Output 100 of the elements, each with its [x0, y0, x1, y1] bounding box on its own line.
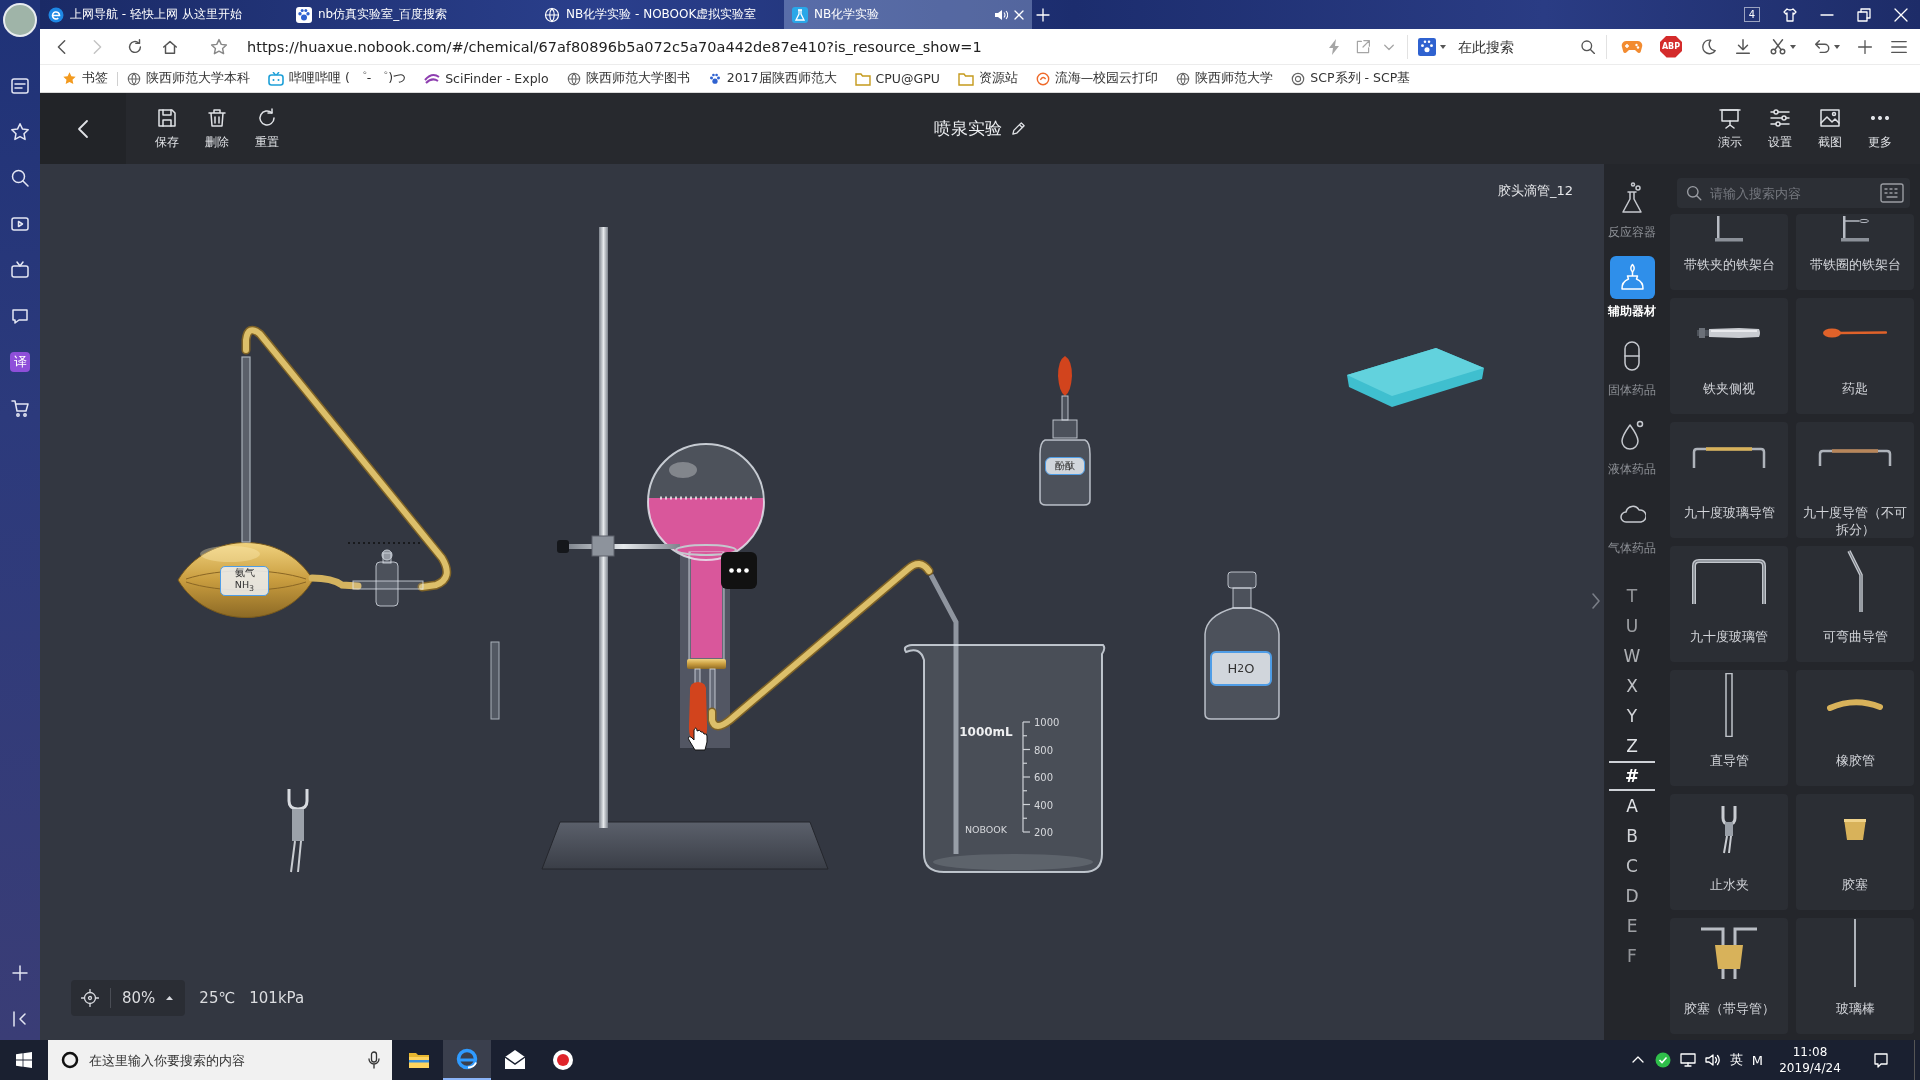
- volume-icon[interactable]: [1704, 1052, 1721, 1068]
- category-tab[interactable]: 气体药品: [1604, 484, 1660, 563]
- delete-button[interactable]: 删除: [192, 106, 242, 151]
- star-icon[interactable]: [10, 122, 30, 142]
- index-letter[interactable]: X: [1609, 671, 1655, 701]
- apparatus-card[interactable]: 铁夹侧视: [1670, 298, 1788, 414]
- microphone-icon[interactable]: [368, 1051, 380, 1069]
- star-icon[interactable]: [210, 37, 228, 56]
- apparatus-card[interactable]: 带铁圈的铁架台: [1796, 214, 1914, 290]
- category-tab[interactable]: 辅助器材: [1604, 247, 1660, 326]
- download-icon[interactable]: [1734, 37, 1752, 56]
- bookmark-link[interactable]: 流海—校园云打印: [1026, 66, 1168, 91]
- bookmark-link[interactable]: SCP系列 - SCP基: [1282, 66, 1420, 91]
- apparatus-card[interactable]: 带铁夹的铁架台: [1670, 214, 1788, 290]
- restore-icon[interactable]: [1857, 7, 1871, 22]
- zoom-level[interactable]: 80%: [122, 989, 156, 1007]
- bookmark-link[interactable]: 陕西师范大学: [1167, 66, 1283, 91]
- scissors-icon[interactable]: [1769, 37, 1787, 56]
- pencil-icon[interactable]: [1011, 121, 1026, 136]
- index-letter[interactable]: W: [1609, 641, 1655, 671]
- rubber-tube[interactable]: [707, 559, 934, 731]
- index-letter[interactable]: D: [1609, 881, 1655, 911]
- apparatus-card[interactable]: 九十度导管（不可拆分）: [1796, 422, 1914, 538]
- towel[interactable]: [1347, 348, 1484, 407]
- beaker[interactable]: [903, 644, 1106, 873]
- apparatus-card[interactable]: 九十度玻璃管: [1670, 546, 1788, 662]
- translate-button[interactable]: 译: [10, 352, 30, 372]
- present-button[interactable]: 演示: [1705, 106, 1755, 151]
- options-button[interactable]: [721, 552, 757, 589]
- clock-time[interactable]: 11:08: [1792, 1044, 1828, 1060]
- apparatus-card[interactable]: 止水夹: [1670, 794, 1788, 910]
- clamp[interactable]: [557, 535, 737, 557]
- shirt-icon[interactable]: [1783, 7, 1797, 22]
- paw-icon[interactable]: [1418, 37, 1436, 56]
- rubber-tube[interactable]: [308, 574, 362, 590]
- close-icon[interactable]: [1014, 9, 1024, 20]
- browser-tab[interactable]: nb仿真实验室_百度搜索: [288, 0, 536, 29]
- bookmark-link[interactable]: 2017届陕西师范大: [698, 66, 846, 91]
- index-letter[interactable]: C: [1609, 851, 1655, 881]
- moon-icon[interactable]: [1699, 37, 1717, 56]
- index-letter[interactable]: A: [1609, 791, 1655, 821]
- keyboard-icon[interactable]: [1880, 183, 1904, 203]
- check-circle-icon[interactable]: [1654, 1052, 1671, 1068]
- address-field[interactable]: https://huaxue.nobook.com/#/chemical/67af80896b5a072c5a70a442de87e410?is_resource_show=1: [247, 38, 1313, 55]
- avatar-icon[interactable]: [3, 3, 37, 37]
- video-icon[interactable]: [10, 214, 30, 234]
- stopcock[interactable]: [352, 549, 424, 607]
- index-letter[interactable]: E: [1609, 911, 1655, 941]
- search-icon[interactable]: [10, 168, 30, 188]
- bookmark-link[interactable]: 陕西师范大学图书: [557, 66, 699, 91]
- tray-indicator[interactable]: M: [1751, 1052, 1763, 1068]
- bookmark-link[interactable]: SciFinder - Explo: [415, 66, 558, 91]
- pinch-clamp[interactable]: [287, 789, 309, 873]
- apparatus-card[interactable]: 可弯曲导管: [1796, 546, 1914, 662]
- tab-count-badge[interactable]: 4: [1743, 7, 1760, 22]
- apparatus-card[interactable]: 药匙: [1796, 298, 1914, 414]
- cart-icon[interactable]: [10, 398, 30, 418]
- category-tab[interactable]: 固体药品: [1604, 326, 1660, 405]
- round-bottom-flask[interactable]: [647, 443, 765, 661]
- search-field[interactable]: 请输入搜索内容: [1677, 178, 1910, 208]
- apparatus-card[interactable]: 橡胶管: [1796, 670, 1914, 786]
- caret-icon[interactable]: [1790, 44, 1796, 49]
- iron-stand[interactable]: [541, 227, 829, 870]
- bookmark-link[interactable]: CPU@GPU: [845, 66, 949, 91]
- caret-icon[interactable]: [1440, 44, 1446, 49]
- search-field[interactable]: 在这里输入你要搜索的内容: [48, 1040, 392, 1080]
- tv-icon[interactable]: [10, 260, 30, 280]
- category-tab[interactable]: 液体药品: [1604, 405, 1660, 484]
- index-letter[interactable]: T: [1609, 581, 1655, 611]
- add-icon[interactable]: [10, 963, 30, 983]
- browser-tab[interactable]: NB化学实验 - NOBOOK虚拟实验室: [536, 0, 784, 29]
- index-letter[interactable]: Y: [1609, 701, 1655, 731]
- new-tab-icon[interactable]: [1036, 7, 1050, 22]
- close-icon[interactable]: [1894, 7, 1908, 22]
- search-icon[interactable]: [1580, 38, 1596, 55]
- reload-icon[interactable]: [126, 37, 144, 56]
- save-button[interactable]: 保存: [142, 106, 192, 151]
- reading-list-icon[interactable]: [10, 76, 30, 96]
- plus-icon[interactable]: [1857, 38, 1873, 55]
- reset-button[interactable]: 重置: [242, 106, 292, 151]
- screenshot-button[interactable]: 截图: [1805, 106, 1855, 151]
- undo-icon[interactable]: [1813, 37, 1831, 56]
- settings-button[interactable]: 设置: [1755, 106, 1805, 151]
- bookmark-link[interactable]: 哔哩哔哩 ( ゜- ゜)つ: [259, 66, 416, 91]
- network-icon[interactable]: [1679, 1052, 1696, 1068]
- bookmark-link[interactable]: 资源站: [948, 66, 1027, 91]
- caret-icon[interactable]: [1834, 44, 1840, 49]
- chat-icon[interactable]: [10, 306, 30, 326]
- index-letter[interactable]: Z: [1609, 731, 1655, 761]
- apparatus-card[interactable]: 九十度玻璃导管: [1670, 422, 1788, 538]
- apparatus-card[interactable]: 胶塞（带导管）: [1670, 918, 1788, 1034]
- apparatus-card[interactable]: 胶塞: [1796, 794, 1914, 910]
- adblock-button[interactable]: ABP: [1660, 35, 1682, 58]
- start-menu-icon[interactable]: [16, 1052, 32, 1068]
- index-letter[interactable]: #: [1609, 761, 1655, 791]
- bookmark-link[interactable]: 书签: [53, 66, 117, 91]
- search-field[interactable]: 在此搜索: [1458, 38, 1576, 55]
- tray-indicator[interactable]: 英: [1729, 1051, 1743, 1069]
- chevron-right-icon[interactable]: [1591, 592, 1601, 610]
- locate-icon[interactable]: [81, 989, 99, 1007]
